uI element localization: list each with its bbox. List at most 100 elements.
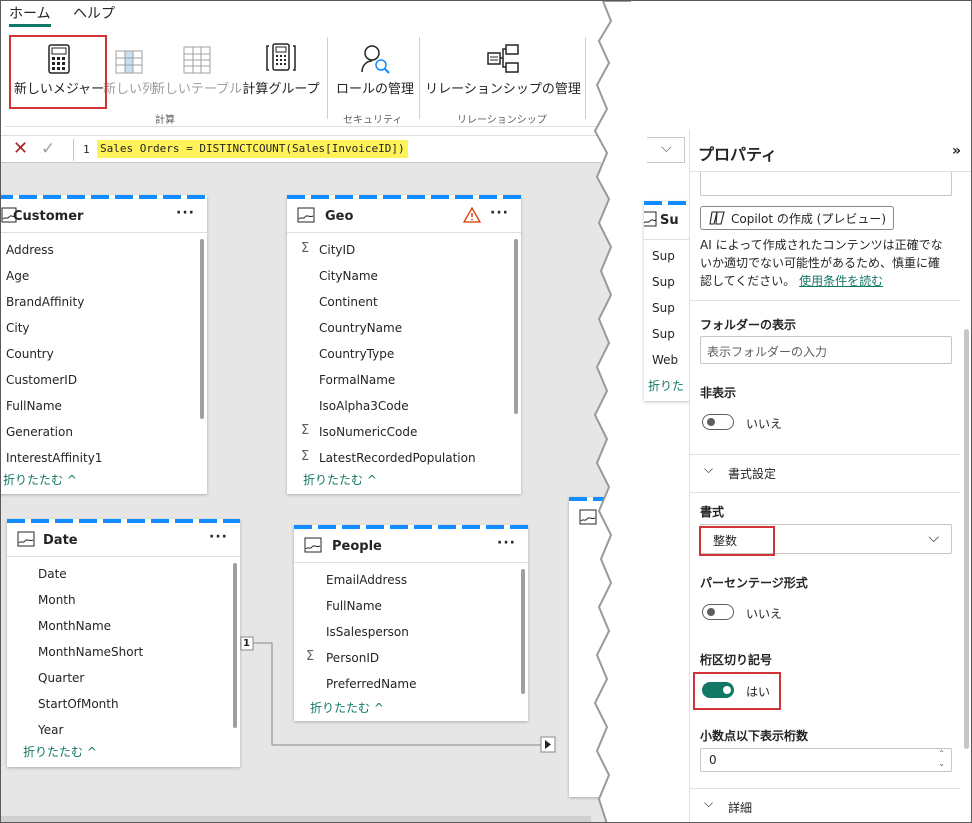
decimal-places-input[interactable]: 0 ⌃ ⌄	[700, 748, 952, 772]
commit-formula-icon[interactable]: ✓	[41, 139, 55, 159]
collapse-link[interactable]: 折りたたむ ^	[303, 471, 377, 488]
card-scrollbar[interactable]	[514, 239, 518, 414]
field-item[interactable]: CityID	[319, 243, 355, 257]
field-item[interactable]: Sup	[652, 249, 675, 263]
field-item[interactable]: BrandAffinity	[6, 295, 84, 309]
app-window: ホーム ヘルプ 新しいメジャー 新しい列 新しいテーブル 計算グループ 計算 ロ…	[0, 0, 972, 823]
field-item[interactable]: FullName	[326, 599, 382, 613]
field-item[interactable]: Country	[6, 347, 54, 361]
more-options-icon[interactable]: ···	[490, 205, 509, 221]
field-item[interactable]: IsoNumericCode	[319, 425, 417, 439]
field-item[interactable]: Address	[6, 243, 54, 257]
ai-disclaimer-line: 認してください。	[700, 274, 796, 288]
field-item[interactable]: Generation	[6, 425, 73, 439]
more-options-icon[interactable]: ···	[497, 535, 516, 551]
field-item[interactable]: Continent	[319, 295, 378, 309]
field-item[interactable]: MonthName	[38, 619, 111, 633]
field-item[interactable]: LatestRecordedPopulation	[319, 451, 476, 465]
relationship-line[interactable]	[240, 633, 570, 753]
field-item[interactable]: CountryName	[319, 321, 402, 335]
calc-group-button[interactable]: 計算グループ	[242, 33, 320, 97]
more-options-icon[interactable]: ···	[209, 529, 228, 545]
table-icon	[304, 537, 322, 556]
formula-line-number: 1	[83, 143, 90, 156]
field-item[interactable]: EmailAddress	[326, 573, 407, 587]
roles-icon	[361, 45, 390, 74]
table-card-geo[interactable]: Geo ··· Σ CityID CityName Continent Coun…	[287, 195, 521, 494]
field-item[interactable]: Age	[6, 269, 29, 283]
collapse-link[interactable]: 折りたたむ ^	[23, 743, 97, 760]
formatting-section-header[interactable]: 書式設定	[728, 465, 776, 483]
toggle-knob	[707, 418, 715, 426]
table-card-date[interactable]: Date ··· Date Month MonthName MonthNameS…	[7, 519, 240, 767]
field-item[interactable]: Sup	[652, 275, 675, 289]
model-canvas[interactable]: Customer ··· Address Age BrandAffinity C…	[1, 163, 611, 822]
field-item[interactable]: FormalName	[319, 373, 395, 387]
thousands-separator-label: 桁区切り記号	[700, 653, 773, 667]
calculation-group-icon	[266, 43, 296, 71]
table-icon	[644, 211, 658, 230]
chevron-down-icon: ⌵	[928, 530, 939, 546]
warning-icon[interactable]	[462, 206, 482, 226]
field-item[interactable]: CityName	[319, 269, 378, 283]
percent-toggle[interactable]	[702, 604, 734, 620]
collapse-link[interactable]: 折りたたむ ^	[3, 471, 77, 488]
properties-scrollbar[interactable]	[964, 329, 969, 749]
table-icon	[183, 46, 211, 74]
sum-icon: Σ	[301, 423, 310, 438]
spinner-icon[interactable]: ⌃ ⌄	[938, 749, 945, 769]
manage-relationships-button[interactable]: リレーションシップの管理	[425, 33, 581, 97]
formula-input[interactable]: Sales Orders = DISTINCTCOUNT(Sales[Invoi…	[97, 140, 408, 158]
manage-roles-button[interactable]: ロールの管理	[335, 33, 415, 97]
card-scrollbar[interactable]	[200, 239, 204, 419]
cancel-formula-icon[interactable]: ✕	[13, 140, 28, 158]
field-item[interactable]: InterestAffinity1	[6, 451, 102, 465]
card-header-divider	[644, 239, 690, 240]
collapse-link[interactable]: 折りた	[648, 377, 684, 394]
dropdown-fragment[interactable]: ⌵	[647, 137, 685, 163]
field-item[interactable]: IsoAlpha3Code	[319, 399, 409, 413]
copilot-create-button[interactable]: Copilot の作成 (プレビュー)	[700, 206, 894, 230]
table-title: Su	[660, 213, 679, 228]
section-divider	[690, 492, 960, 493]
tab-help[interactable]: ヘルプ	[73, 3, 115, 23]
field-item[interactable]: Date	[38, 567, 67, 581]
description-input[interactable]	[700, 172, 952, 196]
table-icon	[297, 207, 315, 226]
details-section-header[interactable]: 詳細	[728, 799, 752, 817]
ribbon-separator	[327, 37, 328, 119]
collapse-pane-icon[interactable]: »	[952, 143, 961, 159]
chevron-down-icon[interactable]: ⌵	[704, 796, 713, 811]
hidden-toggle[interactable]	[702, 414, 734, 430]
ribbon: 新しいメジャー 新しい列 新しいテーブル 計算グループ 計算 ロールの管理 セキ…	[5, 29, 605, 127]
field-item[interactable]: Quarter	[38, 671, 84, 685]
terms-link[interactable]: 使用条件を読む	[799, 274, 883, 288]
format-label: 書式	[700, 505, 725, 519]
percent-label: パーセンテージ形式	[700, 576, 808, 590]
field-item[interactable]: Web	[652, 353, 678, 367]
new-table-button[interactable]: 新しいテーブル	[151, 33, 243, 97]
toggle-knob	[707, 608, 715, 616]
field-item[interactable]: FullName	[6, 399, 62, 413]
card-scrollbar[interactable]	[233, 563, 237, 728]
field-item[interactable]: CountryType	[319, 347, 394, 361]
table-card-supplier-partial[interactable]: Su Sup Sup Sup Sup Web 折りた	[644, 201, 690, 401]
field-item[interactable]: MonthNameShort	[38, 645, 143, 659]
field-item[interactable]: Year	[38, 723, 63, 737]
calc-group-label: 計算グループ	[242, 82, 320, 97]
new-table-label: 新しいテーブル	[151, 82, 243, 97]
display-folder-input[interactable]: 表示フォルダーの入力	[700, 336, 952, 364]
chevron-down-icon[interactable]: ⌵	[704, 462, 713, 477]
field-item[interactable]: Sup	[652, 327, 675, 341]
group-label-calc: 計算	[155, 115, 175, 126]
field-item[interactable]: StartOfMonth	[38, 697, 119, 711]
more-options-icon[interactable]: ···	[176, 205, 195, 221]
field-item[interactable]: CustomerID	[6, 373, 77, 387]
canvas-horizontal-scrollbar[interactable]	[1, 816, 591, 822]
field-item[interactable]: City	[6, 321, 30, 335]
tab-home[interactable]: ホーム	[9, 3, 51, 27]
field-item[interactable]: Month	[38, 593, 76, 607]
field-item[interactable]: Sup	[652, 301, 675, 315]
table-card-customer[interactable]: Customer ··· Address Age BrandAffinity C…	[1, 195, 207, 494]
new-column-button[interactable]: 新しい列	[103, 33, 155, 97]
